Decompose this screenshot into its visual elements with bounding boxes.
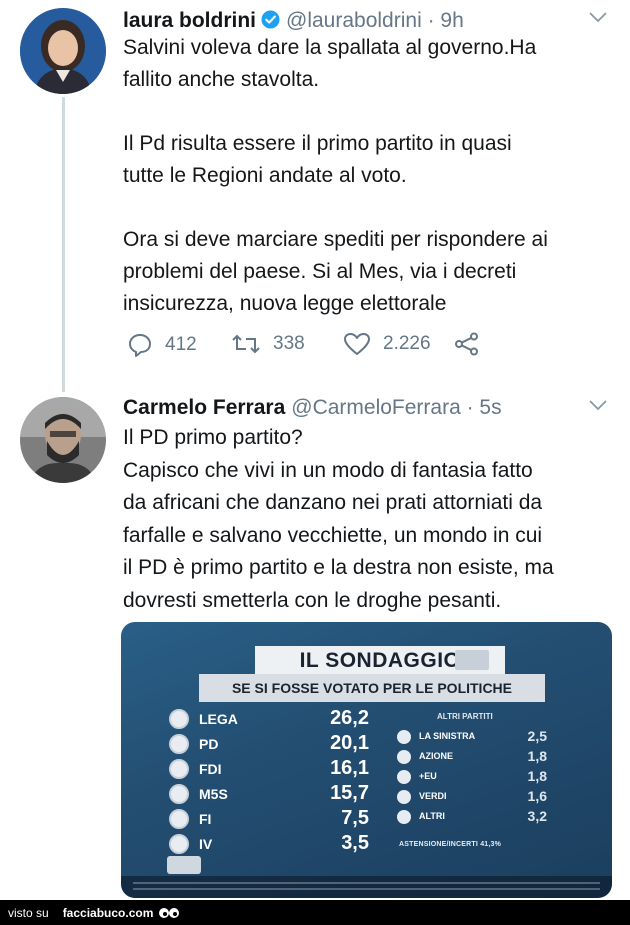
party-logo-icon bbox=[169, 834, 189, 854]
other-party-row: +EU 1,8 bbox=[397, 768, 547, 786]
like-button[interactable]: 2.226 bbox=[343, 332, 431, 356]
retweet-count: 338 bbox=[273, 333, 305, 354]
verified-badge-icon bbox=[261, 10, 280, 29]
retweet-button[interactable]: 338 bbox=[231, 332, 305, 356]
party-logo-icon bbox=[169, 784, 189, 804]
party-row: M5S 15,7 bbox=[169, 782, 369, 806]
other-party-row: LA SINISTRA 2,5 bbox=[397, 728, 547, 746]
tweet2-line: dovresti smetterla con le droghe pesanti… bbox=[123, 588, 502, 612]
poll-title: IL SONDAGGIO bbox=[299, 649, 461, 672]
other-party-value: 1,8 bbox=[527, 748, 547, 764]
share-icon bbox=[455, 332, 478, 356]
party-row: PD 20,1 bbox=[169, 732, 369, 756]
tweet2-line: Capisco che vivi in un modo di fantasia … bbox=[123, 458, 533, 482]
others-title: ALTRI PARTITI bbox=[437, 712, 493, 721]
tweet2-line: Il PD primo partito? bbox=[123, 426, 303, 449]
tweet2-line: da africani che danzano nei prati attorn… bbox=[123, 491, 543, 514]
tweet1-line: Ora si deve marciare spediti per rispond… bbox=[123, 228, 548, 251]
party-value: 15,7 bbox=[330, 782, 369, 804]
party-name: LEGA bbox=[199, 711, 238, 727]
party-name: IV bbox=[199, 836, 213, 852]
tweet2-line: il PD è primo partito e la destra non es… bbox=[123, 556, 554, 579]
poll-subtitle: SE SI FOSSE VOTATO PER LE POLITICHE bbox=[231, 680, 513, 696]
other-party-name: VERDI bbox=[419, 791, 447, 801]
party-name: PD bbox=[199, 736, 219, 752]
party-logo-icon bbox=[397, 730, 411, 744]
thread-connector-line bbox=[62, 97, 65, 392]
other-party-name: AZIONE bbox=[419, 751, 454, 761]
tweet1-action-bar: 412 338 2.226 bbox=[123, 332, 503, 362]
avatar-laura-boldrini[interactable] bbox=[20, 8, 106, 94]
party-value: 3,5 bbox=[341, 832, 369, 854]
tweet1-line: insicurezza, nuova legge elettorale bbox=[123, 292, 447, 315]
reply-count: 412 bbox=[165, 334, 197, 355]
party-value: 20,1 bbox=[330, 732, 369, 754]
other-party-value: 2,5 bbox=[527, 728, 547, 744]
tweet1-author-name[interactable]: laura boldrini bbox=[123, 9, 256, 33]
poll-footer-strip bbox=[121, 876, 612, 898]
party-value: 26,2 bbox=[330, 707, 369, 729]
other-party-value: 1,6 bbox=[527, 788, 547, 804]
watermark-bar: visto su facciabuco.com bbox=[0, 900, 630, 925]
eyes-logo-icon bbox=[158, 906, 180, 920]
tweet2-line: farfalle e salvano vecchiette, un mondo … bbox=[123, 523, 543, 547]
party-logo-icon bbox=[169, 709, 189, 729]
chevron-down-icon[interactable] bbox=[588, 10, 608, 24]
party-row: FI 7,5 bbox=[169, 807, 369, 831]
party-value: 16,1 bbox=[330, 757, 369, 779]
heart-icon bbox=[344, 333, 370, 355]
tweet2-header: Carmelo Ferrara @CarmeloFerrara · 5s bbox=[123, 396, 502, 420]
chevron-down-icon[interactable] bbox=[588, 398, 608, 412]
like-count: 2.226 bbox=[383, 333, 431, 354]
poll-subtitle-bar: SE SI FOSSE VOTATO PER LE POLITICHE bbox=[199, 674, 545, 702]
party-logo-icon bbox=[397, 770, 411, 784]
party-name: FI bbox=[199, 811, 212, 827]
tweet1-line: tutte le Regioni andate al voto. bbox=[123, 164, 407, 187]
watermark-label: visto su bbox=[8, 905, 49, 920]
tweet2-text: Il PD primo partito? Capisco che vivi in… bbox=[123, 422, 554, 617]
tweet2-author-name[interactable]: Carmelo Ferrara bbox=[123, 396, 285, 420]
tweet1-header: laura boldrini @lauraboldrini · 9h bbox=[123, 8, 464, 33]
other-party-row: AZIONE 1,8 bbox=[397, 748, 547, 766]
tweet1-line: Salvini voleva dare la spallata al gover… bbox=[123, 36, 537, 59]
party-row: IV 3,5 bbox=[169, 832, 369, 856]
other-party-row: ALTRI 3,2 bbox=[397, 808, 547, 826]
party-logo-icon bbox=[169, 809, 189, 829]
party-row: LEGA 26,2 bbox=[169, 707, 369, 731]
tweet1-text: Salvini voleva dare la spallata al gover… bbox=[123, 32, 548, 320]
party-logo-icon bbox=[169, 759, 189, 779]
tweet1-line: problemi del paese. Si al Mes, via i dec… bbox=[123, 260, 517, 283]
other-party-row: VERDI 1,6 bbox=[397, 788, 547, 806]
other-party-value: 1,8 bbox=[527, 768, 547, 784]
tweet2-handle-time[interactable]: @CarmeloFerrara · 5s bbox=[291, 396, 501, 420]
party-logo-icon bbox=[397, 790, 411, 804]
party-value: 7,5 bbox=[341, 807, 369, 829]
other-party-value: 3,2 bbox=[527, 808, 547, 824]
poll-image[interactable]: IL SONDAGGIO SE SI FOSSE VOTATO PER LE P… bbox=[121, 622, 612, 898]
poll-source-badge bbox=[167, 856, 201, 874]
party-name: M5S bbox=[199, 786, 228, 802]
other-party-name: LA SINISTRA bbox=[419, 731, 476, 741]
other-party-name: ALTRI bbox=[419, 811, 445, 821]
tweet1-line: Il Pd risulta essere il primo partito in… bbox=[123, 132, 512, 155]
party-name: FDI bbox=[199, 761, 222, 777]
party-logo-icon bbox=[397, 750, 411, 764]
avatar-carmelo-ferrara[interactable] bbox=[20, 397, 106, 483]
party-logo-icon bbox=[169, 734, 189, 754]
reply-button[interactable]: 412 bbox=[127, 332, 197, 358]
party-logo-icon bbox=[397, 810, 411, 824]
other-party-name: +EU bbox=[419, 771, 437, 781]
tweet1-line: fallito anche stavolta. bbox=[123, 68, 320, 91]
party-row: FDI 16,1 bbox=[169, 757, 369, 781]
reply-icon bbox=[129, 334, 151, 357]
share-button[interactable] bbox=[454, 332, 492, 356]
tweet1-handle-time[interactable]: @lauraboldrini · 9h bbox=[286, 9, 464, 33]
abstention-label: ASTENSIONE/INCERTI 41,3% bbox=[399, 841, 502, 848]
broadcaster-logo bbox=[455, 650, 489, 670]
retweet-icon bbox=[232, 334, 260, 354]
watermark-site[interactable]: facciabuco.com bbox=[63, 906, 154, 920]
